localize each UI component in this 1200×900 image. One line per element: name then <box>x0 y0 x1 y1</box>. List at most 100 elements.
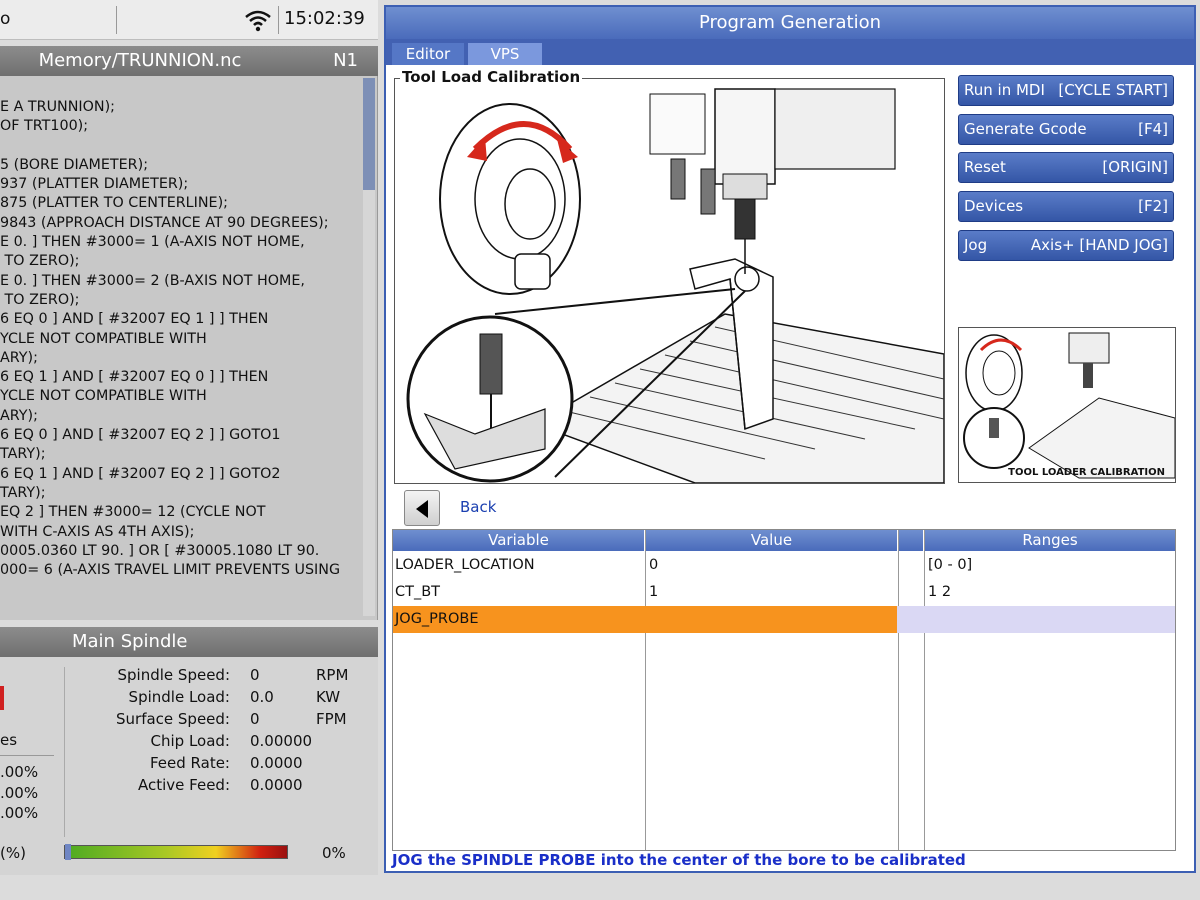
value-cell: 0 <box>649 557 659 573</box>
column-header-variable: Variable <box>393 530 644 551</box>
panel-title: Program Generation <box>386 7 1194 39</box>
program-scrollbar[interactable] <box>363 78 375 616</box>
program-line: 6 EQ 0 ] AND [ #32007 EQ 1 ] ] THEN <box>0 311 269 328</box>
spindle-readout-label: Surface Speed: <box>116 710 230 728</box>
column-header-ranges: Ranges <box>925 530 1175 551</box>
range-cell: 1 2 <box>928 584 952 600</box>
program-line: E 0. ] THEN #3000= 1 (A-AXIS NOT HOME, <box>0 234 305 251</box>
variable-table: Variable Value Ranges LOADER_LOCATION 0 [0… <box>392 529 1176 851</box>
tab-bar: Editor VPS <box>386 39 1194 65</box>
button-label: Reset <box>964 158 1006 177</box>
spindle-readout-value: 0.0000 <box>250 754 303 772</box>
button-shortcut: [CYCLE START] <box>1058 81 1168 99</box>
thumbnail-label: TOOL LOADER CALIBRATION <box>1008 467 1165 478</box>
program-line: ARY); <box>0 407 38 424</box>
program-line: TARY); <box>0 446 46 463</box>
program-line: TO ZERO); <box>0 253 80 270</box>
column-header-value: Value <box>646 530 897 551</box>
table-row[interactable]: LOADER_LOCATION 0 [0 - 0] <box>393 552 1175 579</box>
calibration-thumbnail[interactable]: TOOL LOADER CALIBRATION <box>958 327 1176 483</box>
back-arrow-icon <box>416 500 428 518</box>
program-listing[interactable]: E A TRUNNION); OF TRT100); 5 (BORE DIAMETE… <box>0 76 378 620</box>
program-line <box>0 137 360 156</box>
button-shortcut: [ORIGIN] <box>1102 158 1168 177</box>
program-line: YCLE NOT COMPATIBLE WITH <box>0 330 207 347</box>
button-shortcut: [F2] <box>1138 197 1168 216</box>
button-shortcut: Axis+ [HAND JOG] <box>1030 235 1168 254</box>
load-percent: 0% <box>322 844 346 862</box>
value-cell: 1 <box>649 584 659 600</box>
spindle-panel: es .00% .00% .00% Spindle Speed: 0 RPM Spin… <box>0 657 378 875</box>
tab-vps[interactable]: VPS <box>468 43 542 65</box>
program-line: 000= 6 (A-AXIS TRAVEL LIMIT PREVENTS USI… <box>0 562 341 579</box>
spindle-readout-unit: FPM <box>316 710 347 728</box>
calibration-title: Tool Load Calibration <box>400 68 583 86</box>
table-row[interactable]: CT_BT 1 1 2 <box>393 579 1175 606</box>
program-line: TARY); <box>0 484 46 501</box>
generate-gcode-button[interactable]: Generate Gcode [F4] <box>958 113 1174 145</box>
spindle-readout-label: Spindle Speed: <box>117 666 230 684</box>
program-line: 9843 (APPROACH DISTANCE AT 90 DEGREES); <box>0 214 329 231</box>
program-line: E A TRUNNION); <box>0 99 115 115</box>
divider <box>116 6 117 34</box>
status-fragment: o <box>0 9 11 29</box>
variable-cell: CT_BT <box>395 584 441 600</box>
devices-button[interactable]: Devices [F2] <box>958 191 1174 223</box>
variable-cell: LOADER_LOCATION <box>395 557 535 573</box>
program-title-bar: Memory/TRUNNION.nc N1 <box>0 46 378 76</box>
program-line: 6 EQ 1 ] AND [ #32007 EQ 2 ] ] GOTO2 <box>0 465 281 482</box>
help-text: JOG the SPINDLE PROBE into the center of… <box>392 851 966 869</box>
clock: 15:02:39 <box>284 8 365 29</box>
wifi-icon <box>245 10 271 32</box>
button-label: Generate Gcode <box>964 119 1087 138</box>
button-label: Devices <box>964 197 1024 216</box>
load-bar-marker <box>65 844 71 860</box>
program-line: 6 EQ 0 ] AND [ #32007 EQ 2 ] ] GOTO1 <box>0 427 281 444</box>
back-button[interactable] <box>404 490 440 526</box>
button-shortcut: [F4] <box>1138 119 1168 138</box>
override-percent: .00% <box>0 804 39 822</box>
button-label: Run in MDI <box>964 81 1045 99</box>
program-line: WITH C-AXIS AS 4TH AXIS); <box>0 523 195 540</box>
button-label: Jog <box>964 235 988 254</box>
program-lines: E A TRUNNION); OF TRT100); 5 (BORE DIAMETE… <box>0 98 360 580</box>
program-line: OF TRT100); <box>0 118 89 135</box>
spindle-readout-label: Chip Load: <box>150 732 230 750</box>
program-line: 6 EQ 1 ] AND [ #32007 EQ 0 ] ] THEN <box>0 369 269 386</box>
table-row[interactable]: JOG_PROBE <box>393 606 1175 633</box>
spindle-readout-value: 0.0000 <box>250 776 303 794</box>
thumbnail-illustration <box>963 332 1176 479</box>
calibration-illustration <box>394 78 945 484</box>
tab-editor[interactable]: Editor <box>392 43 464 65</box>
program-line: 875 (PLATTER TO CENTERLINE); <box>0 195 228 212</box>
program-line: 5 (BORE DIAMETER); <box>0 156 149 173</box>
scrollbar-thumb[interactable] <box>363 78 375 190</box>
spindle-readout-unit: KW <box>316 688 341 706</box>
jog-button[interactable]: Jog Axis+ [HAND JOG] <box>958 229 1174 261</box>
spindle-readout-value: 0.0 <box>250 688 274 706</box>
line-number: N1 <box>333 50 358 71</box>
back-label[interactable]: Back <box>460 498 496 516</box>
spindle-readout-value: 0 <box>250 710 260 728</box>
reset-button[interactable]: Reset [ORIGIN] <box>958 152 1174 184</box>
program-line: ARY); <box>0 349 38 366</box>
program-line: EQ 2 ] THEN #3000= 12 (CYCLE NOT <box>0 504 266 521</box>
program-generation-panel: Program Generation Editor VPS Tool Load … <box>384 5 1196 873</box>
program-line: YCLE NOT COMPATIBLE WITH <box>0 388 207 405</box>
program-line: 937 (PLATTER DIAMETER); <box>0 176 189 193</box>
spindle-load-bar <box>64 844 288 860</box>
spindle-readout-label: Active Feed: <box>137 776 230 794</box>
spindle-title: Main Spindle <box>72 631 188 652</box>
spindle-readout-value: 0 <box>250 666 260 684</box>
spindle-readout-unit: RPM <box>316 666 349 684</box>
spindle-readout-label: Feed Rate: <box>149 754 230 772</box>
status-bar: o 15:02:39 <box>0 0 378 40</box>
program-line: TO ZERO); <box>0 291 80 308</box>
load-label: (%) <box>0 844 26 862</box>
program-line: E 0. ] THEN #3000= 2 (B-AXIS NOT HOME, <box>0 272 305 289</box>
spindle-readout-value: 0.00000 <box>250 732 313 750</box>
run-in-mdi-button[interactable]: Run in MDI [CYCLE START] <box>958 75 1174 106</box>
machine-illustration <box>406 88 945 484</box>
spindle-readout-label: Spindle Load: <box>128 688 230 706</box>
divider <box>278 6 279 34</box>
